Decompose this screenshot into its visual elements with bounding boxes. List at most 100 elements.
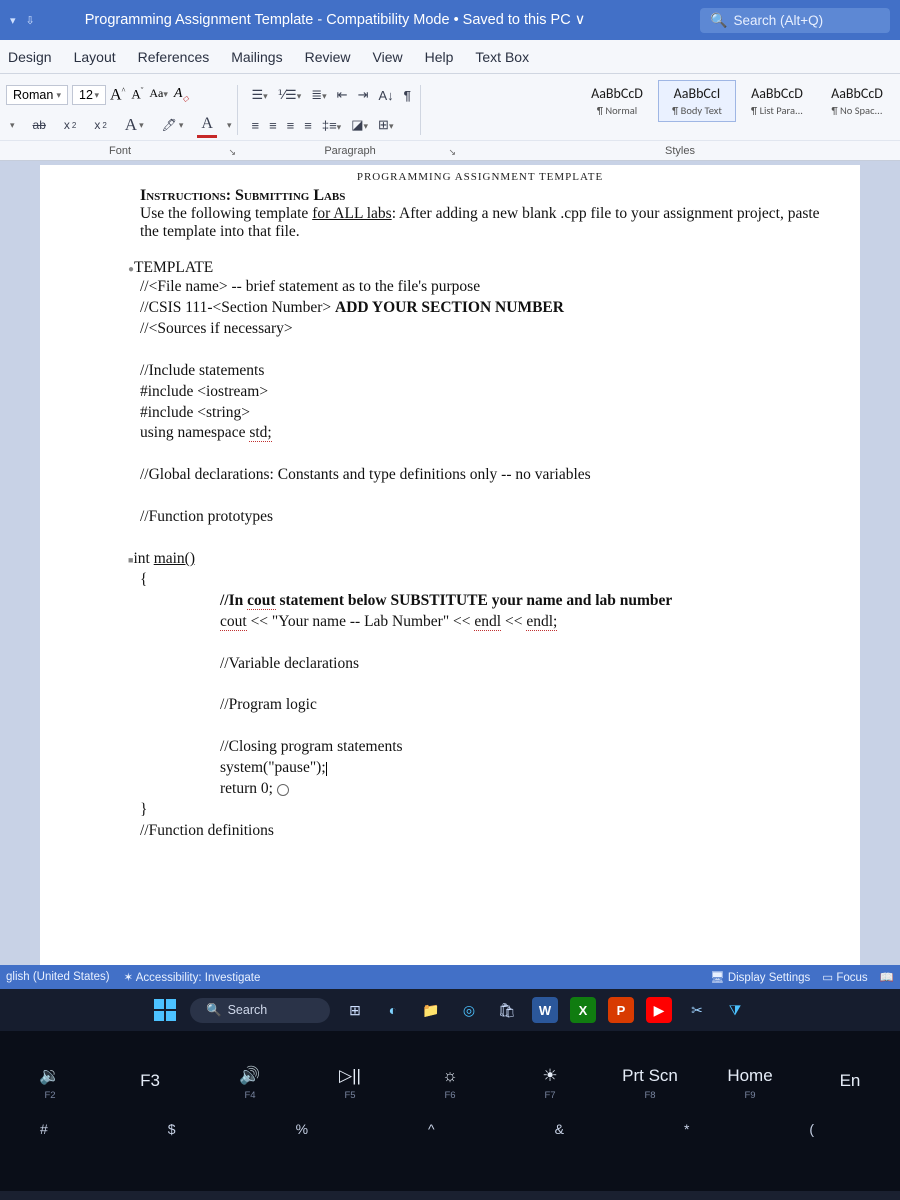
qat-customizer-icon[interactable]: ⇩ (26, 14, 35, 27)
key-star: * (684, 1121, 689, 1137)
tab-review[interactable]: Review (305, 49, 351, 65)
store-icon[interactable]: 🛍 (494, 997, 520, 1023)
bullets-button[interactable]: ☰▾ (248, 87, 270, 103)
edge-icon[interactable]: ◎ (456, 997, 482, 1023)
snipping-tool-icon[interactable]: ✂ (684, 997, 710, 1023)
font-size-combo[interactable]: 12▾ (72, 85, 106, 105)
justify-button[interactable]: ≡ (301, 118, 315, 133)
line-spacing-button[interactable]: ‡≡▾ (319, 118, 344, 133)
code-line: //Function definitions (140, 821, 820, 842)
powerpoint-icon[interactable]: P (608, 997, 634, 1023)
decrease-indent-button[interactable]: ⇤ (334, 87, 351, 103)
code-line: cout << "Your name -- Lab Number" << end… (140, 612, 820, 633)
font-name-value: Roman (13, 88, 53, 102)
tab-view[interactable]: View (373, 49, 403, 65)
style-no-spacing[interactable]: AaBbCcD ¶ No Spac... (818, 80, 896, 122)
superscript-button[interactable]: x2 (90, 116, 110, 134)
style-name-label: ¶ Body Text (667, 104, 727, 117)
youtube-icon[interactable]: ▶ (646, 997, 672, 1023)
read-mode-icon[interactable]: 📖 (880, 970, 894, 984)
key-f2: 🔉F2 (5, 1066, 95, 1101)
keyboard-fn-row: 🔉F2 F3 🔊F4 ▷||F5 ☼F6 ☀F7 Prt ScnF8 HomeF… (0, 1031, 900, 1121)
font-more-dropdown[interactable]: ▾ (6, 118, 19, 133)
code-line: { (140, 570, 820, 591)
tab-references[interactable]: References (138, 49, 210, 65)
code-line: } (140, 800, 820, 821)
code-line: //In cout statement below SUBSTITUTE you… (140, 591, 820, 612)
search-box[interactable]: 🔍 Search (Alt+Q) (700, 8, 890, 33)
copilot-icon[interactable]: ◐ (380, 997, 406, 1023)
code-line: //CSIS 111-<Section Number> ADD YOUR SEC… (140, 298, 820, 319)
tab-textbox[interactable]: Text Box (475, 49, 529, 65)
show-hide-paragraph-button[interactable]: ¶ (401, 88, 414, 103)
key-f6: ☼F6 (405, 1066, 495, 1101)
tab-layout[interactable]: Layout (74, 49, 116, 65)
numbering-button[interactable]: ⅟☰▾ (275, 87, 305, 103)
template-heading: TEMPLATE (134, 259, 213, 276)
paragraph-dialog-launcher[interactable]: ↘ (448, 147, 456, 158)
start-button[interactable] (152, 997, 178, 1023)
excel-icon[interactable]: X (570, 997, 596, 1023)
sort-button[interactable]: A↓ (375, 88, 396, 103)
document-title[interactable]: Programming Assignment Template - Compat… (85, 12, 586, 28)
ribbon: Roman▾ 12▾ A^ Aˇ Aa▾ A◇ ▾ ab x2 x2 A▾ 🖊▾ (0, 74, 900, 161)
style-normal[interactable]: AaBbCcD ¶ Normal (578, 80, 656, 122)
chevron-down-icon: ▾ (94, 90, 99, 101)
status-accessibility[interactable]: ✶ Accessibility: Investigate (124, 970, 261, 984)
explorer-icon[interactable]: 📁 (418, 997, 444, 1023)
focus-mode-button[interactable]: ▭ Focus (822, 970, 867, 984)
key-percent: % (296, 1121, 308, 1137)
task-view-icon[interactable]: ⊞ (342, 997, 368, 1023)
change-case-button[interactable]: Aa▾ (149, 86, 168, 104)
tab-mailings[interactable]: Mailings (231, 49, 282, 65)
word-icon[interactable]: W (532, 997, 558, 1023)
group-paragraph-label: Paragraph (324, 145, 375, 157)
font-dialog-launcher[interactable]: ↘ (228, 147, 236, 158)
vscode-icon[interactable]: ⧩ (722, 997, 748, 1023)
key-lparen: ( (809, 1121, 814, 1137)
subscript-button[interactable]: x2 (60, 116, 80, 134)
search-icon: 🔍 (710, 12, 727, 29)
chevron-down-icon[interactable]: ▾ (227, 120, 232, 131)
font-size-value: 12 (79, 88, 93, 102)
align-center-button[interactable]: ≡ (266, 118, 280, 133)
shading-button[interactable]: ◪▾ (348, 117, 371, 133)
font-color-button[interactable]: A (197, 113, 217, 138)
strikethrough-button[interactable]: ab (29, 116, 50, 134)
key-f9: HomeF9 (705, 1066, 795, 1101)
code-line: //Program logic (140, 695, 820, 716)
style-list-paragraph[interactable]: AaBbCcD ¶ List Para... (738, 80, 816, 122)
tab-design[interactable]: Design (8, 49, 52, 65)
style-name-label: ¶ No Spac... (827, 104, 887, 117)
styles-gallery: AaBbCcD ¶ Normal AaBbCcI ¶ Body Text AaB… (578, 80, 900, 122)
page-header-subtitle: PROGRAMMING ASSIGNMENT TEMPLATE (140, 171, 820, 183)
align-left-button[interactable]: ≡ (248, 118, 262, 133)
page[interactable]: PROGRAMMING ASSIGNMENT TEMPLATE Instruct… (40, 165, 860, 965)
display-settings-button[interactable]: 🖥 Display Settings (710, 970, 810, 984)
keyboard-number-row: # $ % ^ & * ( (0, 1121, 900, 1191)
text-effects-button[interactable]: A▾ (121, 113, 148, 137)
multilevel-button[interactable]: ≣▾ (308, 87, 329, 103)
code-line: system("pause"); (140, 758, 820, 779)
qat-dropdown-icon[interactable]: ▾ (10, 14, 16, 27)
align-right-button[interactable]: ≡ (284, 118, 298, 133)
grow-font-button[interactable]: A^ (110, 86, 125, 104)
instructions-heading: Instructions: Submitting Labs (140, 187, 345, 204)
instructions-body: Use the following template (140, 205, 312, 222)
tab-help[interactable]: Help (425, 49, 454, 65)
clear-formatting-button[interactable]: A◇ (174, 86, 189, 104)
style-body-text[interactable]: AaBbCcI ¶ Body Text (658, 80, 736, 122)
taskbar-search[interactable]: 🔍Search (190, 998, 330, 1023)
key-f3: F3 (105, 1071, 195, 1095)
font-name-combo[interactable]: Roman▾ (6, 85, 68, 105)
borders-button[interactable]: ⊞▾ (375, 117, 396, 133)
template-code: //<File name> -- brief statement as to t… (140, 277, 820, 842)
key-f5: ▷||F5 (305, 1066, 395, 1101)
code-line: #include <iostream> (140, 382, 820, 403)
style-preview: AaBbCcD (751, 85, 803, 102)
increase-indent-button[interactable]: ⇥ (355, 87, 372, 103)
shrink-font-button[interactable]: Aˇ (131, 86, 143, 104)
key-hash: # (40, 1121, 48, 1137)
status-language[interactable]: glish (United States) (6, 971, 110, 983)
highlight-button[interactable]: 🖊▾ (158, 116, 188, 134)
